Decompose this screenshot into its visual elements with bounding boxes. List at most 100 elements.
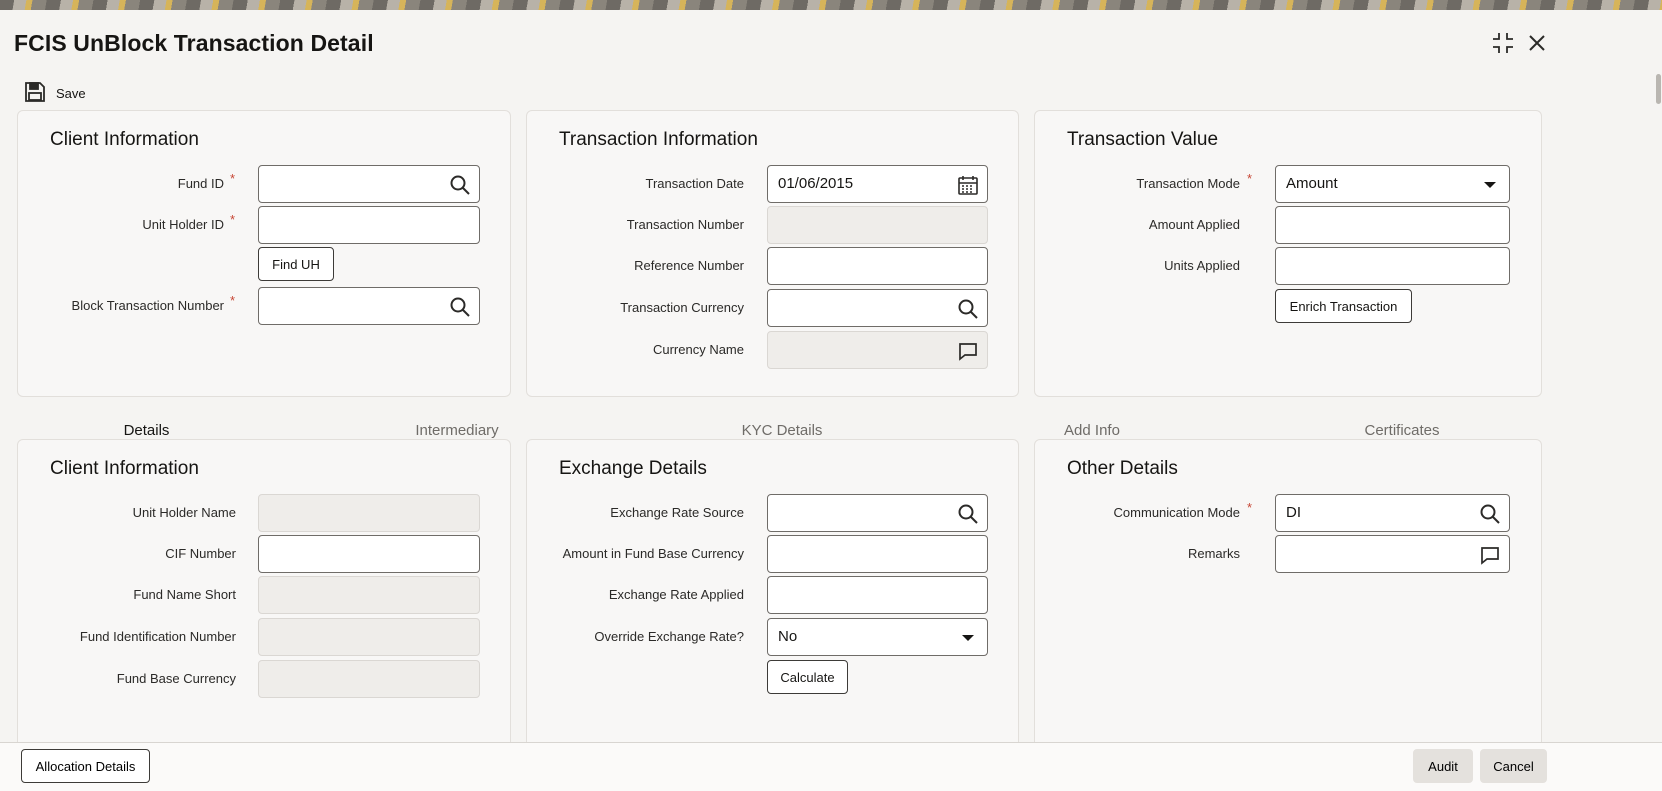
fund-name-short-field	[258, 576, 480, 614]
window-scrollbar[interactable]	[1654, 62, 1662, 752]
search-icon[interactable]	[957, 298, 979, 320]
transaction-date-value: 01/06/2015	[778, 175, 854, 192]
search-icon[interactable]	[449, 174, 471, 196]
save-label: Save	[56, 85, 86, 101]
search-icon[interactable]	[1479, 503, 1501, 525]
fund-base-currency-field	[258, 660, 480, 698]
unit-holder-id-label: Unit Holder ID	[142, 217, 224, 232]
fund-id-field[interactable]	[258, 165, 480, 203]
amount-applied-field[interactable]	[1275, 206, 1510, 244]
search-icon[interactable]	[957, 503, 979, 525]
cif-number-input[interactable]	[269, 536, 469, 572]
currency-name-field	[767, 331, 988, 369]
units-applied-field[interactable]	[1275, 247, 1510, 285]
exchange-rate-applied-field[interactable]	[767, 576, 988, 614]
exchange-rate-applied-label: Exchange Rate Applied	[608, 587, 744, 602]
panel-title: Exchange Details	[559, 458, 707, 479]
panel-title: Transaction Information	[559, 129, 758, 150]
transaction-number-field	[767, 206, 988, 244]
transaction-mode-select[interactable]: Amount	[1275, 165, 1510, 203]
communication-mode-field[interactable]: DI	[1275, 494, 1510, 532]
override-exchange-rate-select[interactable]: No	[767, 618, 988, 656]
block-transaction-number-field[interactable]	[258, 287, 480, 325]
panel-title: Client Information	[50, 129, 199, 150]
remarks-label: Remarks	[1187, 546, 1240, 561]
fund-id-input[interactable]	[269, 166, 435, 202]
caret-down-icon[interactable]	[1479, 174, 1501, 196]
exchange-rate-applied-input[interactable]	[778, 577, 977, 613]
transaction-currency-input[interactable]	[778, 290, 943, 326]
amount-applied-input[interactable]	[1286, 207, 1499, 243]
transaction-currency-label: Transaction Currency	[620, 300, 744, 315]
comment-icon[interactable]	[1479, 544, 1501, 566]
amount-in-fund-base-currency-label: Amount in Fund Base Currency	[562, 546, 744, 561]
audit-button[interactable]: Audit	[1413, 749, 1473, 783]
fund-id-label: Fund ID	[177, 176, 224, 191]
required-marker: *	[1247, 500, 1253, 515]
units-applied-label: Units Applied	[1164, 258, 1240, 273]
cif-number-field[interactable]	[258, 535, 480, 573]
transaction-date-label: Transaction Date	[645, 176, 744, 191]
fund-identification-number-field	[258, 618, 480, 656]
currency-name-label: Currency Name	[652, 342, 744, 357]
reference-number-label: Reference Number	[634, 258, 744, 273]
unit-holder-id-input[interactable]	[269, 207, 469, 243]
fund-base-currency-label: Fund Base Currency	[116, 671, 236, 686]
transaction-mode-value: Amount	[1286, 175, 1338, 192]
window-title: FCIS UnBlock Transaction Detail	[14, 30, 374, 56]
exchange-rate-source-label: Exchange Rate Source	[610, 505, 744, 520]
units-applied-input[interactable]	[1286, 248, 1499, 284]
unit-holder-id-field[interactable]	[258, 206, 480, 244]
override-exchange-rate-value: No	[778, 628, 798, 645]
communication-mode-value: DI	[1286, 504, 1301, 521]
required-marker: *	[1247, 171, 1253, 186]
client-information-panel: Client Information Fund ID * Unit Holder…	[17, 110, 511, 397]
remarks-field[interactable]	[1275, 535, 1510, 573]
footer-bar: Allocation Details Audit Cancel	[0, 742, 1662, 791]
communication-mode-label: Communication Mode	[1113, 505, 1240, 520]
calendar-icon[interactable]	[957, 174, 979, 196]
amount-applied-label: Amount Applied	[1148, 217, 1240, 232]
transaction-window: FCIS UnBlock Transaction Detail Save Cli…	[0, 10, 1662, 791]
exchange-rate-source-input[interactable]	[778, 495, 943, 531]
override-exchange-rate-label: Override Exchange Rate?	[594, 629, 744, 644]
block-transaction-number-label: Block Transaction Number	[71, 298, 224, 313]
find-uh-button[interactable]: Find UH	[258, 247, 334, 281]
fund-identification-number-label: Fund Identification Number	[79, 629, 236, 644]
transaction-currency-field[interactable]	[767, 289, 988, 327]
comment-icon[interactable]	[957, 340, 979, 362]
allocation-details-button[interactable]: Allocation Details	[21, 749, 150, 783]
unit-holder-name-field	[258, 494, 480, 532]
save-button[interactable]: Save	[24, 78, 86, 108]
required-marker: *	[230, 212, 236, 227]
remarks-input[interactable]	[1286, 536, 1465, 572]
required-marker: *	[230, 171, 236, 186]
panel-title: Client Information	[50, 458, 199, 479]
details-client-information-panel: Client Information Unit Holder Name CIF …	[17, 439, 511, 759]
save-icon	[24, 81, 46, 106]
cancel-button[interactable]: Cancel	[1480, 749, 1547, 783]
exchange-details-panel: Exchange Details Exchange Rate Source Am…	[526, 439, 1019, 759]
caret-down-icon[interactable]	[957, 627, 979, 649]
enrich-transaction-button[interactable]: Enrich Transaction	[1275, 289, 1412, 323]
cif-number-label: CIF Number	[165, 546, 236, 561]
required-marker: *	[230, 293, 236, 308]
amount-in-fund-base-currency-input[interactable]	[778, 536, 977, 572]
transaction-value-panel: Transaction Value Transaction Mode * Amo…	[1034, 110, 1542, 397]
top-banner-strip	[0, 0, 1662, 10]
calculate-button[interactable]: Calculate	[767, 660, 848, 694]
reference-number-field[interactable]	[767, 247, 988, 285]
reference-number-input[interactable]	[778, 248, 977, 284]
fund-name-short-label: Fund Name Short	[133, 587, 236, 602]
close-icon[interactable]	[1524, 30, 1550, 56]
exchange-rate-source-field[interactable]	[767, 494, 988, 532]
transaction-number-label: Transaction Number	[626, 217, 744, 232]
maximize-icon[interactable]	[1490, 30, 1516, 56]
transaction-date-field[interactable]: 01/06/2015	[767, 165, 988, 203]
other-details-panel: Other Details Communication Mode * DI Re…	[1034, 439, 1542, 759]
amount-in-fund-base-currency-field[interactable]	[767, 535, 988, 573]
panel-title: Other Details	[1067, 458, 1178, 479]
transaction-mode-label: Transaction Mode	[1136, 176, 1240, 191]
block-transaction-number-input[interactable]	[269, 288, 435, 324]
search-icon[interactable]	[449, 296, 471, 318]
